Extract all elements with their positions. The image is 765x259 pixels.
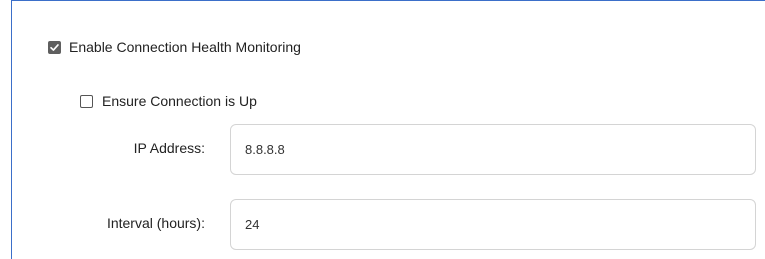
ip-address-input[interactable] — [230, 124, 756, 175]
ensure-connection-up-label: Ensure Connection is Up — [102, 93, 257, 109]
checkmark-icon — [50, 43, 59, 51]
interval-hours-input[interactable] — [230, 199, 756, 250]
enable-health-monitoring-label: Enable Connection Health Monitoring — [69, 39, 301, 55]
settings-panel: Enable Connection Health Monitoring Ensu… — [11, 0, 765, 259]
enable-health-monitoring-checkbox[interactable] — [48, 40, 61, 54]
interval-hours-label: Interval (hours): — [106, 215, 205, 231]
ensure-connection-up-row[interactable]: Ensure Connection is Up — [80, 93, 257, 109]
enable-health-monitoring-row[interactable]: Enable Connection Health Monitoring — [48, 39, 301, 55]
ensure-connection-up-checkbox[interactable] — [80, 94, 93, 108]
ip-address-label: IP Address: — [133, 140, 205, 156]
